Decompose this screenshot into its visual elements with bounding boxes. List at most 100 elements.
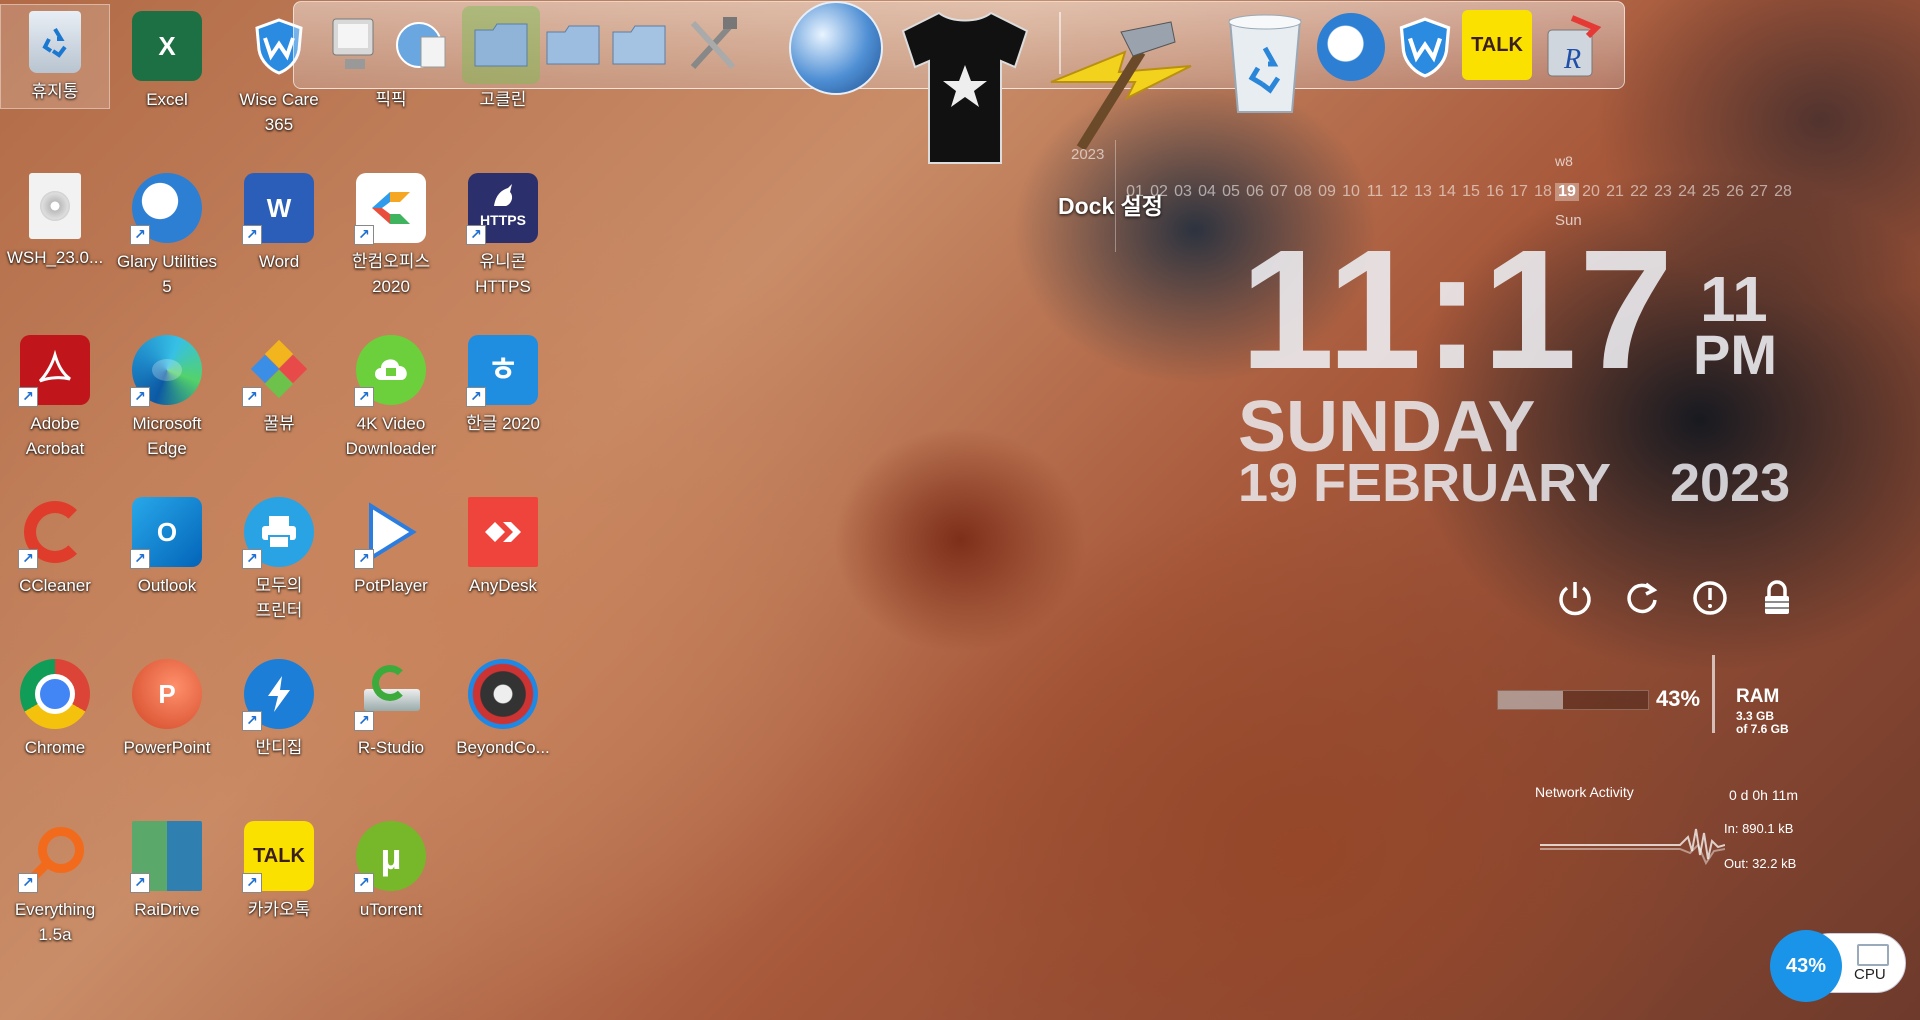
desktop-icon-recycle-bin[interactable]: 휴지통	[0, 4, 110, 109]
desktop-icon-powerpoint[interactable]: P PowerPoint	[113, 653, 221, 760]
shortcut-arrow-icon: ↗	[130, 225, 150, 245]
desktop-icon-ccleaner[interactable]: ↗ CCleaner	[1, 491, 109, 598]
shortcut-arrow-icon: ↗	[130, 387, 150, 407]
icon-label: BeyondCo...	[456, 738, 550, 757]
hangul-icon: ㅎ ↗	[466, 335, 538, 407]
ram-usage-fill	[1498, 691, 1563, 709]
desktop-icon-honeyview[interactable]: ↗ 꿀뷰	[225, 329, 333, 436]
desktop-icon-4k-video-downloader[interactable]: ↗ 4K Video Downloader	[337, 329, 445, 461]
shortcut-arrow-icon: ↗	[18, 387, 38, 407]
dock-item-globe[interactable]	[788, 1, 884, 95]
icon-label: CCleaner	[19, 576, 91, 595]
desktop-icon-beyond-compare[interactable]: BeyondCo...	[449, 653, 557, 760]
shortcut-arrow-icon: ↗	[466, 387, 486, 407]
shortcut-arrow-icon: ↗	[18, 873, 38, 893]
dock-item-monitor[interactable]	[320, 10, 390, 80]
globe-icon	[789, 1, 883, 95]
lock-icon	[1765, 580, 1789, 614]
network-activity-graph	[1540, 828, 1725, 866]
restart-icon	[1627, 582, 1658, 614]
desktop-icon-r-studio[interactable]: ↗ R-Studio	[337, 653, 445, 760]
power-icon	[1559, 582, 1591, 616]
anydesk-icon	[468, 497, 538, 567]
cpu-widget[interactable]: 43% CPU	[1770, 930, 1906, 1002]
dock-item-r-studio[interactable]: R	[1538, 10, 1608, 84]
desktop-icon-raidrive[interactable]: ↗ RaiDrive	[113, 815, 221, 922]
ram-usage-bar	[1497, 690, 1649, 710]
calendar-day: 24	[1678, 183, 1696, 200]
desktop-icon-modu-printer[interactable]: ↗ 모두의 프린터	[225, 491, 333, 623]
desktop-icon-bandizip[interactable]: ↗ 반디집	[225, 653, 333, 760]
calendar-day: 08	[1294, 183, 1312, 200]
edge-icon: ↗	[130, 335, 202, 407]
restart-button[interactable]	[1622, 578, 1662, 618]
dock-item-wise[interactable]	[1390, 10, 1460, 84]
icon-label: 한컴오피스 2020	[351, 252, 431, 296]
desktop-icon-hangul-2020[interactable]: ㅎ ↗ 한글 2020	[449, 329, 557, 436]
desktop-icon-hancom-office[interactable]: ↗ 한컴오피스 2020	[337, 167, 445, 299]
icon-label: R-Studio	[357, 738, 425, 757]
logoff-icon	[1693, 581, 1727, 615]
calendar-year: 2023	[1071, 146, 1105, 163]
dock-item-tshirt[interactable]	[895, 8, 1035, 168]
desktop-icon-outlook[interactable]: O ↗ Outlook	[113, 491, 221, 598]
folder-icon	[612, 25, 666, 65]
desktop-icon-anydesk[interactable]: AnyDesk	[449, 491, 557, 598]
desktop-icon-microsoft-edge[interactable]: ↗ Microsoft Edge	[113, 329, 221, 461]
icon-label: Chrome	[24, 738, 86, 757]
dock-item-tools[interactable]	[678, 10, 748, 80]
powerpoint-glyph: P	[158, 678, 176, 709]
desktop-icon-kakaotalk[interactable]: TALK ↗ 카카오톡	[225, 815, 333, 922]
recycle-bin-icon	[29, 11, 81, 73]
calendar-day: 03	[1174, 183, 1192, 200]
desktop-icon-unicorn-https[interactable]: HTTPS ↗ 유니콘 HTTPS	[449, 167, 557, 299]
network-out: Out: 32.2 kB	[1724, 856, 1797, 871]
dock-item-globe-document[interactable]	[386, 10, 456, 80]
desktop-icon-chrome[interactable]: Chrome	[1, 653, 109, 760]
dock-item-recycle-bin[interactable]	[1220, 10, 1310, 120]
dock-item-folder-3[interactable]	[604, 10, 674, 80]
desktop-icon-wsh[interactable]: WSH_23.0...	[1, 167, 109, 270]
icon-label: Word	[258, 252, 300, 271]
dock-item-hammer-lightning[interactable]	[1040, 12, 1210, 152]
logoff-button[interactable]	[1690, 578, 1730, 618]
clock-year: 2023	[1670, 453, 1791, 513]
hancom-office-icon: ↗	[354, 173, 426, 245]
ram-details: 3.3 GB of 7.6 GB	[1736, 710, 1789, 736]
lock-button[interactable]	[1757, 578, 1797, 618]
shortcut-arrow-icon: ↗	[354, 873, 374, 893]
desktop-icon-word[interactable]: W ↗ Word	[225, 167, 333, 274]
shortcut-arrow-icon: ↗	[130, 549, 150, 569]
icon-label: Wise Care 365	[239, 90, 319, 134]
dock-item-folder-2[interactable]	[538, 10, 608, 80]
desktop-icon-potplayer[interactable]: ↗ PotPlayer	[337, 491, 445, 598]
desktop-icon-adobe-acrobat[interactable]: ↗ Adobe Acrobat	[1, 329, 109, 461]
honeyview-icon: ↗	[242, 335, 314, 407]
shutdown-button[interactable]	[1555, 578, 1595, 618]
desktop-icon-everything[interactable]: ↗ Everything 1.5a	[1, 815, 109, 947]
cpu-label: CPU	[1854, 966, 1886, 983]
desktop-icon-excel[interactable]: X Excel	[113, 5, 221, 112]
calendar-day: 22	[1630, 183, 1648, 200]
icon-label: 픽픽	[375, 90, 407, 109]
calendar-day: 18	[1534, 183, 1552, 200]
clock-date: 19 FEBRUARY	[1238, 453, 1612, 513]
shortcut-arrow-icon: ↗	[18, 549, 38, 569]
calendar-day: 25	[1702, 183, 1720, 200]
shortcut-arrow-icon: ↗	[354, 549, 374, 569]
kakao-glyph: TALK	[253, 844, 305, 867]
dock-item-folder-green[interactable]	[462, 6, 540, 84]
calendar-day: 07	[1270, 183, 1288, 200]
dock-item-kakaotalk[interactable]: TALK	[1462, 10, 1532, 80]
clock-time: 11:17	[1240, 215, 1676, 405]
calendar-day: 26	[1726, 183, 1744, 200]
desktop-icon-glary-utilities[interactable]: ↗ Glary Utilities 5	[113, 167, 221, 299]
network-title: Network Activity	[1535, 784, 1634, 800]
dock-item-glary[interactable]	[1314, 10, 1388, 84]
calendar-day: 05	[1222, 183, 1240, 200]
tshirt-icon	[901, 11, 1029, 164]
desktop-icon-utorrent[interactable]: µ ↗ uTorrent	[337, 815, 445, 922]
excel-icon: X	[132, 11, 202, 81]
ram-divider	[1712, 655, 1715, 733]
chrome-icon	[20, 659, 90, 729]
